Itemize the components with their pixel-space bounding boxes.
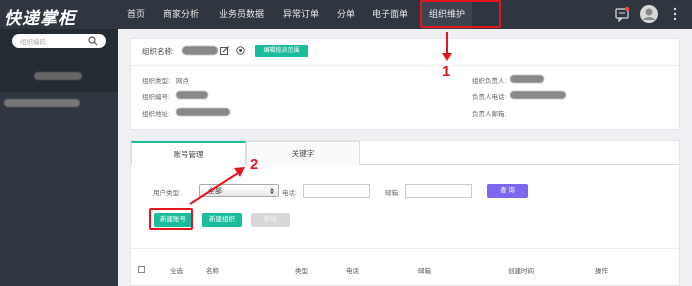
step-2-label: 2: [250, 156, 259, 173]
arrow-1-head: [442, 53, 452, 61]
annotation-arrows: [189, 32, 452, 205]
arrow-2-shaft: [189, 172, 239, 205]
step-1-label: 1: [442, 63, 451, 80]
